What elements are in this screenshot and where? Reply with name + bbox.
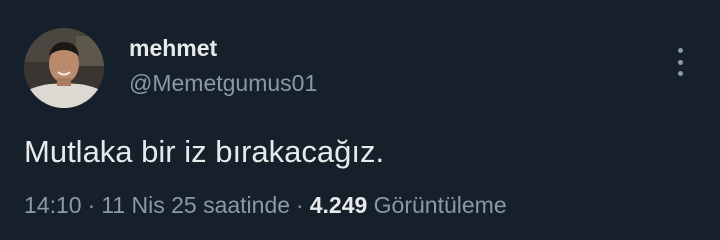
more-options-icon[interactable] [668,44,692,80]
dot [677,71,683,76]
timestamp-link[interactable]: 14:10 · 11 Nis 25 saatinde [24,192,290,218]
author-block: mehmet @Memetgumus01 [129,34,317,97]
display-name[interactable]: mehmet [129,34,317,62]
dot [677,59,683,65]
tweet-text: Mutlaka bir iz bırakacağız. [24,134,385,169]
views-count: 4.249 [309,192,368,218]
tweet-time: 14:10 [24,192,82,218]
meta-separator: · [87,192,96,218]
meta-separator: · [296,192,304,218]
dot [677,48,683,53]
avatar[interactable] [24,28,104,108]
views-label: Görüntüleme [373,192,507,218]
tweet-meta: 14:10 · 11 Nis 25 saatinde · 4.249 Görüntüle… [24,190,507,220]
user-handle[interactable]: @Memetgumus01 [129,69,317,97]
profile-photo-icon [24,28,104,108]
views-link[interactable]: 4.249 Görüntüleme [310,192,507,218]
tweet: mehmet @Memetgumus01 Mutlaka bir iz bıra… [0,0,720,240]
tweet-date: 11 Nis 25 saatinde [101,192,291,218]
